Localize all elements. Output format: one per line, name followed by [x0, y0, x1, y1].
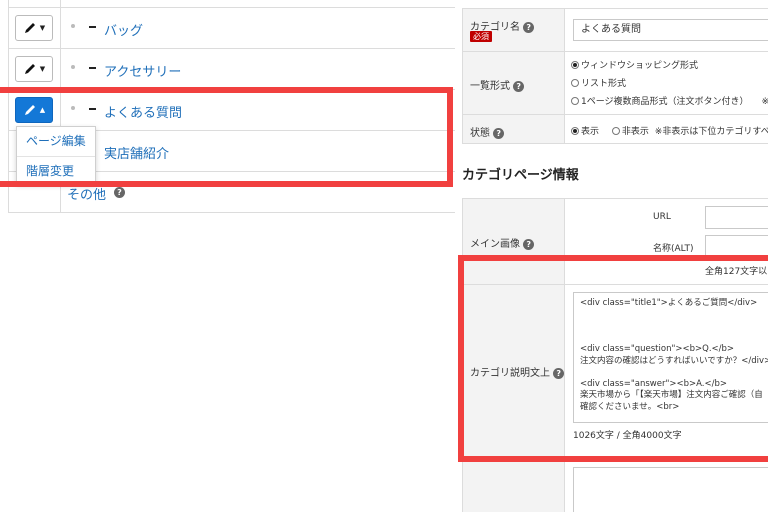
tree-row-bag: ▼ バッグ: [8, 8, 455, 49]
category-form: カテゴリ名 ? 必須 よくある質問 一覧形式 ? ウィンドウショッピング形式 リ…: [455, 0, 768, 512]
radio-window-shopping[interactable]: ウィンドウショッピング形式: [571, 58, 698, 71]
row-main-image: メイン画像 ? URL 名称(ALT) 全角127文字以内: [462, 198, 768, 284]
radio-button[interactable]: [571, 61, 579, 69]
bullet-icon: [71, 65, 75, 69]
menu-item-change-level[interactable]: 階層変更: [17, 156, 95, 185]
status-options: 表示 非表示 ※非表示は下位カテゴリすべて: [571, 124, 768, 137]
description-label: カテゴリ説明文上: [470, 368, 550, 379]
tree-row-edit-cell: [9, 0, 61, 7]
dash-icon: [89, 67, 96, 69]
row-status: 状態 ? 表示 非表示 ※非表示は下位カテゴリすべて: [462, 114, 768, 144]
category-link-bag[interactable]: バッグ: [104, 20, 143, 39]
required-badge: 必須: [470, 31, 492, 42]
bullet-icon: [71, 24, 75, 28]
radio-list[interactable]: リスト形式: [571, 76, 626, 89]
pencil-icon: [24, 23, 35, 33]
description-lower-label-cell: [463, 457, 565, 512]
caret-down-icon: ▼: [39, 64, 46, 73]
category-link-other[interactable]: その他: [67, 184, 106, 203]
category-tree: ▼ バッグ ▼ アクセサリー ▲ よくある質問 実店舗紹介 その他 ? ページ編…: [0, 0, 455, 512]
category-name-label-cell: カテゴリ名 ? 必須: [463, 9, 565, 51]
edit-menu-button-active[interactable]: ▲: [15, 97, 53, 123]
caret-up-icon: ▲: [39, 105, 46, 114]
tree-row-edit-cell: ▼: [9, 49, 61, 89]
edit-dropdown-menu: ページ編集 階層変更: [16, 126, 96, 184]
radio-multi-product[interactable]: 1ページ複数商品形式（注文ボタン付き） ※下: [571, 94, 768, 107]
status-label-cell: 状態 ?: [463, 115, 565, 143]
radio-show[interactable]: [571, 127, 579, 135]
help-icon[interactable]: ?: [523, 238, 535, 250]
status-label: 状態: [470, 128, 490, 139]
list-format-label: 一覧形式: [470, 81, 510, 92]
alt-label: 名称(ALT): [653, 244, 694, 254]
category-link-store[interactable]: 実店舗紹介: [104, 143, 169, 162]
radio-hide[interactable]: [611, 127, 620, 135]
url-label: URL: [653, 212, 671, 222]
tree-row-edit-cell: ▲: [9, 90, 61, 130]
help-icon[interactable]: ?: [513, 80, 525, 92]
image-alt-input[interactable]: [705, 235, 768, 258]
list-format-label-cell: 一覧形式 ?: [463, 52, 565, 114]
list-format-note: ※下: [761, 97, 768, 107]
tree-row-faq: ▲ よくある質問: [8, 90, 455, 131]
radio-button[interactable]: [571, 79, 579, 87]
category-name-input[interactable]: よくある質問: [573, 19, 768, 41]
help-icon[interactable]: ?: [523, 21, 535, 33]
category-link-accessory[interactable]: アクセサリー: [104, 61, 181, 80]
dash-icon: [89, 26, 96, 28]
pencil-icon: [24, 64, 35, 74]
edit-menu-button[interactable]: ▼: [15, 56, 53, 82]
character-counter: 1026文字 / 全角4000文字: [573, 431, 682, 441]
bullet-icon: [71, 106, 75, 110]
radio-button[interactable]: [571, 97, 579, 105]
help-icon[interactable]: ?: [553, 367, 565, 379]
main-image-label: メイン画像: [470, 239, 520, 250]
pencil-icon: [24, 105, 35, 115]
help-icon[interactable]: ?: [114, 187, 125, 198]
edit-menu-button[interactable]: ▼: [15, 15, 53, 41]
tree-row-top: [8, 0, 455, 8]
image-url-input[interactable]: [705, 206, 768, 229]
row-description-lower: [462, 456, 768, 512]
row-list-format: 一覧形式 ? ウィンドウショッピング形式 リスト形式 1ページ複数商品形式（注文…: [462, 51, 768, 114]
category-link-faq[interactable]: よくある質問: [104, 102, 182, 121]
description-textarea[interactable]: <div class="title1">よくあるご質問</div> <div c…: [573, 292, 768, 423]
row-description: カテゴリ説明文上 ? <div class="title1">よくあるご質問</…: [462, 284, 768, 456]
menu-item-edit-page[interactable]: ページ編集: [17, 127, 95, 156]
help-icon[interactable]: ?: [493, 127, 505, 139]
description-label-cell: カテゴリ説明文上 ?: [463, 285, 565, 456]
status-note: ※非表示は下位カテゴリすべて: [654, 127, 768, 137]
caret-down-icon: ▼: [39, 23, 46, 32]
section-title: カテゴリページ情報: [462, 168, 579, 183]
row-category-name: カテゴリ名 ? 必須 よくある質問: [462, 8, 768, 51]
tree-row-accessory: ▼ アクセサリー: [8, 49, 455, 90]
tree-row-edit-cell: ▼: [9, 8, 61, 48]
dash-icon: [89, 108, 96, 110]
description-lower-textarea[interactable]: [573, 467, 768, 512]
alt-hint: 全角127文字以内: [705, 267, 768, 277]
main-image-label-cell: メイン画像 ?: [463, 199, 565, 284]
